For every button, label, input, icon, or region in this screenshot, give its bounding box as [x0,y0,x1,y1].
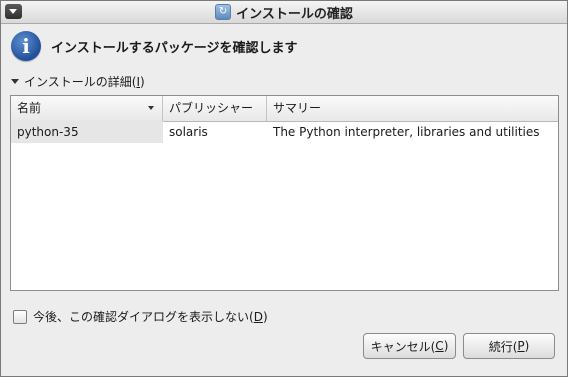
details-label: インストールの詳細(I) [24,75,145,89]
title-group: ↻ インストールの確認 [1,3,567,22]
table-header: 名前 パブリッシャー サマリー [11,96,558,122]
dont-show-again-option[interactable]: 今後、この確認ダイアログを表示しない(D) [13,308,268,325]
package-manager-icon: ↻ [215,4,232,20]
column-header-summary[interactable]: サマリー [267,96,558,121]
header-message: インストールするパッケージを確認します [51,40,298,56]
window-title: インストールの確認 [236,6,353,22]
title-bar: ↻ インストールの確認 [1,1,567,24]
dont-show-again-label: 今後、この確認ダイアログを表示しない(D) [33,310,268,324]
column-header-name[interactable]: 名前 [11,96,163,121]
package-table[interactable]: 名前 パブリッシャー サマリー python-35 solaris The Py… [10,95,559,291]
details-expander[interactable]: インストールの詳細(I) [11,73,145,90]
cell-summary: The Python interpreter, libraries and ut… [273,125,540,139]
info-icon: i [11,31,41,61]
sort-arrow-icon [148,106,154,110]
expander-arrow-icon [11,79,19,84]
table-row[interactable]: python-35 solaris The Python interpreter… [11,121,558,143]
cell-publisher: solaris [169,125,208,139]
continue-button[interactable]: 続行(P) [463,333,555,359]
dont-show-again-checkbox[interactable] [13,309,27,324]
column-header-publisher[interactable]: パブリッシャー [163,96,267,121]
header: i インストールするパッケージを確認します [11,31,297,61]
cancel-button[interactable]: キャンセル(C) [363,333,456,359]
cell-name: python-35 [11,121,163,143]
install-confirm-dialog: ↻ インストールの確認 i インストールするパッケージを確認します インストール… [0,0,568,377]
